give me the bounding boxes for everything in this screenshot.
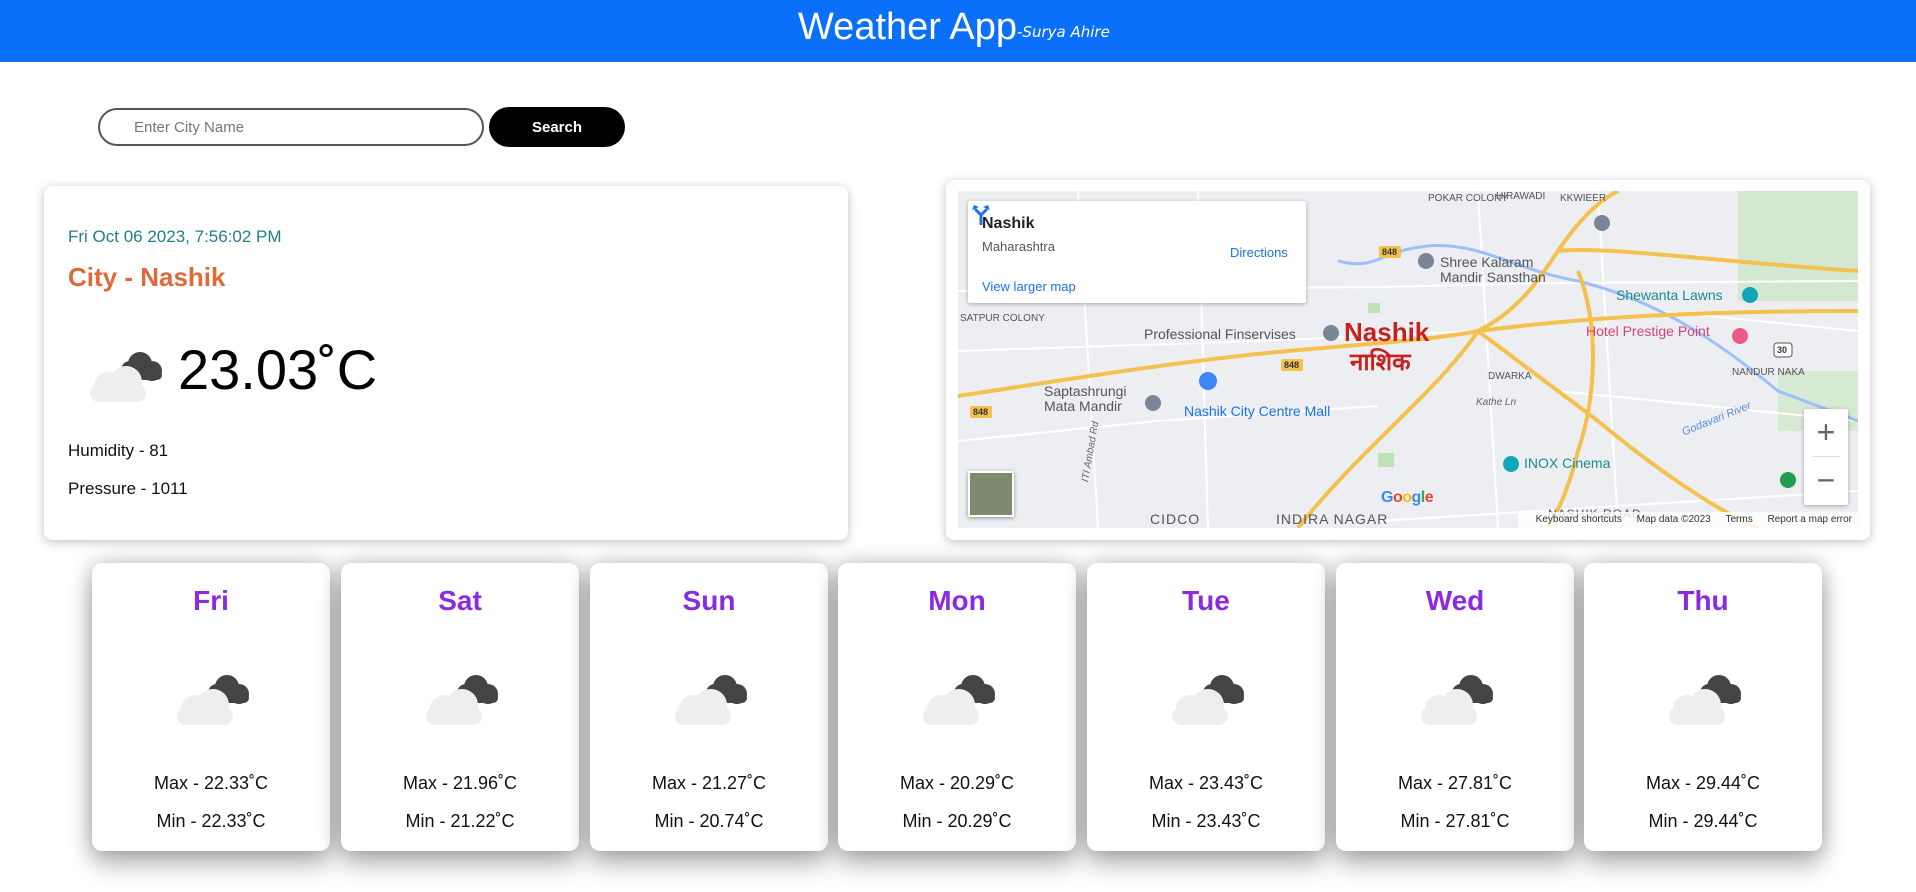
forecast-max: Max - 23.43˚C	[1148, 773, 1264, 793]
forecast-day: Thu	[1677, 585, 1729, 616]
keyboard-shortcuts-link[interactable]: Keyboard shortcuts	[1536, 514, 1622, 525]
cloudy-icon	[1421, 675, 1493, 725]
forecast-max: Max - 20.29˚C	[899, 773, 1015, 793]
map-label: Kathe Ln	[1476, 397, 1517, 408]
report-map-error-link[interactable]: Report a map error	[1768, 514, 1852, 525]
forecast-max: Max - 27.81˚C	[1397, 773, 1513, 793]
forecast-day: Fri	[193, 585, 229, 616]
cloudy-icon	[426, 675, 498, 725]
forecast-min: Min - 27.81˚C	[1400, 811, 1510, 831]
forecast-max: Max - 21.96˚C	[402, 773, 518, 793]
cloudy-icon	[923, 675, 995, 725]
forecast-max: Max - 22.33˚C	[153, 773, 269, 793]
directions-icon[interactable]	[968, 201, 994, 227]
city-search-input[interactable]	[98, 108, 484, 146]
zoom-out-button[interactable]: −	[1804, 457, 1848, 505]
forecast-min: Min - 22.33˚C	[156, 811, 266, 831]
cloudy-icon	[177, 675, 249, 725]
search-button[interactable]: Search	[489, 107, 625, 147]
app-author: -Surya Ahire	[1017, 23, 1110, 41]
place-region: Maharashtra	[982, 239, 1055, 254]
cloudy-icon	[1172, 675, 1244, 725]
map-label: Professional Finservises	[1144, 326, 1296, 342]
forecast-min: Min - 23.43˚C	[1151, 811, 1261, 831]
forecast-min: Min - 20.74˚C	[654, 811, 764, 831]
forecast-day: Sun	[682, 585, 736, 616]
cloudy-icon	[1669, 675, 1741, 725]
app-title: Weather App	[798, 6, 1018, 48]
map-data-credit: Map data ©2023	[1636, 514, 1711, 525]
map-label: KKWIEER	[1560, 193, 1607, 204]
road-badge: 848	[1284, 360, 1299, 370]
current-datetime: Fri Oct 06 2023, 7:56:02 PM	[68, 227, 282, 246]
google-logo: Google	[1381, 489, 1434, 506]
place-info-box: Nashik Maharashtra View larger map Direc…	[968, 201, 1306, 303]
forecast-min: Min - 20.29˚C	[902, 811, 1012, 831]
forecast-day: Sat	[438, 585, 482, 616]
forecast-max: Max - 21.27˚C	[651, 773, 767, 793]
map-card: 848 848 848 30 POKAR COLONY HIRAWADI KKW…	[946, 180, 1870, 540]
map-label: NANDUR NAKA	[1732, 367, 1805, 378]
map-label: Hotel Prestige Point	[1586, 323, 1710, 339]
map-label: Saptashrungi Mata Mandir	[1044, 383, 1127, 414]
zoom-controls: + −	[1804, 409, 1848, 505]
current-city: City - Nashik	[68, 262, 226, 292]
forecast-card: Sat Max - 21.96˚C Min - 21.22˚C	[341, 563, 579, 851]
map-label: Shree Kalaram Mandir Sansthan	[1440, 254, 1546, 285]
cloudy-icon	[90, 352, 162, 402]
current-humidity: Humidity - 81	[68, 441, 169, 460]
satellite-toggle[interactable]	[968, 471, 1014, 517]
map-city-label-local: नाशिक	[1350, 349, 1411, 376]
map-label: INDIRA NAGAR	[1276, 511, 1389, 527]
road-badge: 30	[1777, 345, 1787, 355]
current-weather-card: Fri Oct 06 2023, 7:56:02 PM City - Nashi…	[44, 186, 848, 540]
map-label: SATPUR COLONY	[960, 313, 1045, 324]
forecast-card: Wed Max - 27.81˚C Min - 27.81˚C	[1336, 563, 1574, 851]
cloudy-icon	[675, 675, 747, 725]
current-pressure: Pressure - 1011	[68, 479, 188, 498]
map-label: CIDCO	[1150, 511, 1201, 527]
app-header: Weather App-Surya Ahire	[0, 0, 1916, 62]
map-city-label: Nashik	[1344, 317, 1430, 347]
map-label: HIRAWADI	[1496, 191, 1546, 202]
map-label: DWARKA	[1488, 371, 1532, 382]
terms-link[interactable]: Terms	[1726, 514, 1753, 525]
map-label: Nashik City Centre Mall	[1184, 403, 1331, 419]
forecast-max: Max - 29.44˚C	[1645, 773, 1761, 793]
zoom-in-button[interactable]: +	[1804, 409, 1848, 457]
current-temperature: 23.03˚C	[178, 338, 378, 401]
embedded-map[interactable]: 848 848 848 30 POKAR COLONY HIRAWADI KKW…	[958, 191, 1858, 528]
forecast-card: Fri Max - 22.33˚C Min - 22.33˚C	[92, 563, 330, 851]
forecast-row: Fri Max - 22.33˚C Min - 22.33˚C Sat Max …	[92, 563, 1822, 851]
forecast-day: Tue	[1182, 585, 1230, 616]
forecast-min: Min - 21.22˚C	[405, 811, 515, 831]
forecast-card: Thu Max - 29.44˚C Min - 29.44˚C	[1584, 563, 1822, 851]
directions-link[interactable]: Directions	[1230, 245, 1288, 260]
forecast-day: Wed	[1425, 585, 1485, 616]
forecast-day: Mon	[928, 585, 986, 616]
map-label: INOX Cinema	[1524, 455, 1611, 471]
forecast-min: Min - 29.44˚C	[1648, 811, 1758, 831]
forecast-card: Mon Max - 20.29˚C Min - 20.29˚C	[838, 563, 1076, 851]
road-badge: 848	[1382, 247, 1397, 257]
map-footer: Keyboard shortcuts Map data ©2023 Terms …	[1517, 512, 1858, 528]
title-wrap: Weather App-Surya Ahire	[798, 4, 1110, 54]
view-larger-map-link[interactable]: View larger map	[982, 279, 1076, 294]
map-label: Shewanta Lawns	[1616, 287, 1723, 303]
forecast-card: Sun Max - 21.27˚C Min - 20.74˚C	[590, 563, 828, 851]
road-badge: 848	[973, 407, 988, 417]
forecast-card: Tue Max - 23.43˚C Min - 23.43˚C	[1087, 563, 1325, 851]
